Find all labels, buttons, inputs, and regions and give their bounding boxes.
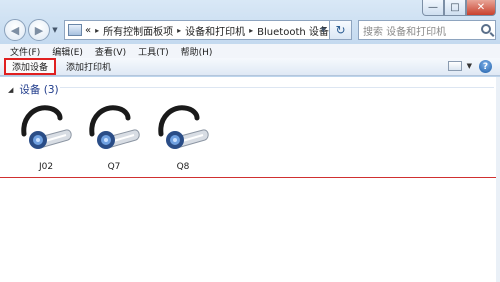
menu-file[interactable]: 文件(F) <box>10 45 40 58</box>
change-view-icon[interactable] <box>448 61 462 71</box>
maximize-button[interactable]: □ <box>444 0 466 16</box>
add-device-button[interactable]: 添加设备 <box>4 58 57 75</box>
search-box[interactable]: 搜索 设备和打印机 <box>358 20 496 40</box>
search-input[interactable]: 搜索 设备和打印机 <box>363 23 446 38</box>
chevron-down-icon[interactable]: ▼ <box>467 62 472 70</box>
devices-group-header[interactable]: ◢ 设备 (3) <box>8 82 59 97</box>
menu-edit[interactable]: 编辑(E) <box>52 45 83 58</box>
chevron-right-icon: ▸ <box>95 25 100 35</box>
recent-pages-dropdown-icon[interactable]: ▼ <box>50 26 60 34</box>
bluetooth-headset-icon <box>89 105 140 149</box>
control-panel-icon <box>68 24 82 36</box>
device-label: J02 <box>38 162 54 172</box>
group-title: 设备 (3) <box>19 84 59 96</box>
device-label: Q8 <box>176 162 190 172</box>
bluetooth-headset-icon <box>21 105 72 149</box>
bluetooth-headset-icon <box>158 105 209 149</box>
breadcrumb-control-panel[interactable]: 所有控制面板项 <box>103 23 173 38</box>
navigation-row: ◀ ▶ ▼ « ▸ 所有控制面板项 ▸ 设备和打印机 ▸ Bluetooth 设… <box>4 17 496 43</box>
address-bar[interactable]: « ▸ 所有控制面板项 ▸ 设备和打印机 ▸ Bluetooth 设备 ▼ <box>64 20 330 40</box>
device-item-q8[interactable]: Q8 <box>153 104 213 172</box>
search-icon[interactable] <box>481 24 491 34</box>
pane-edge <box>496 77 500 282</box>
annotation-divider <box>0 177 500 178</box>
chevron-right-icon: ▸ <box>177 25 182 35</box>
device-item-j02[interactable]: J02 <box>16 104 76 172</box>
device-item-q7[interactable]: Q7 <box>84 104 144 172</box>
breadcrumb-devices-printers[interactable]: 设备和打印机 <box>185 23 245 38</box>
back-button[interactable]: ◀ <box>4 19 26 41</box>
menu-tools[interactable]: 工具(T) <box>138 45 169 58</box>
caption-buttons: — □ ✕ <box>422 0 496 16</box>
device-label: Q7 <box>107 162 121 172</box>
minimize-button[interactable]: — <box>422 0 444 16</box>
collapse-arrow-icon[interactable]: ◢ <box>8 86 13 94</box>
forward-button[interactable]: ▶ <box>28 19 50 41</box>
menu-help[interactable]: 帮助(H) <box>181 45 213 58</box>
command-bar: 添加设备 添加打印机 ▼ ? <box>0 58 500 76</box>
group-divider <box>60 87 494 88</box>
menu-view[interactable]: 查看(V) <box>95 45 126 58</box>
menu-bar: 文件(F) 编辑(E) 查看(V) 工具(T) 帮助(H) <box>0 44 500 58</box>
explorer-window: — □ ✕ ◀ ▶ ▼ « ▸ 所有控制面板项 ▸ 设备和打印机 ▸ Bluet… <box>0 0 500 282</box>
help-button[interactable]: ? <box>479 60 492 73</box>
add-printer-button[interactable]: 添加打印机 <box>66 60 111 73</box>
breadcrumb-prefix[interactable]: « <box>85 25 91 36</box>
device-list-pane: ◢ 设备 (3) J02 Q7 Q8 <box>0 77 500 282</box>
refresh-button[interactable]: ↻ <box>330 20 352 40</box>
breadcrumb-bluetooth[interactable]: Bluetooth 设备 <box>257 23 329 38</box>
close-button[interactable]: ✕ <box>466 0 496 16</box>
chevron-down-icon[interactable]: ▼ <box>321 26 326 34</box>
chevron-right-icon: ▸ <box>249 25 254 35</box>
